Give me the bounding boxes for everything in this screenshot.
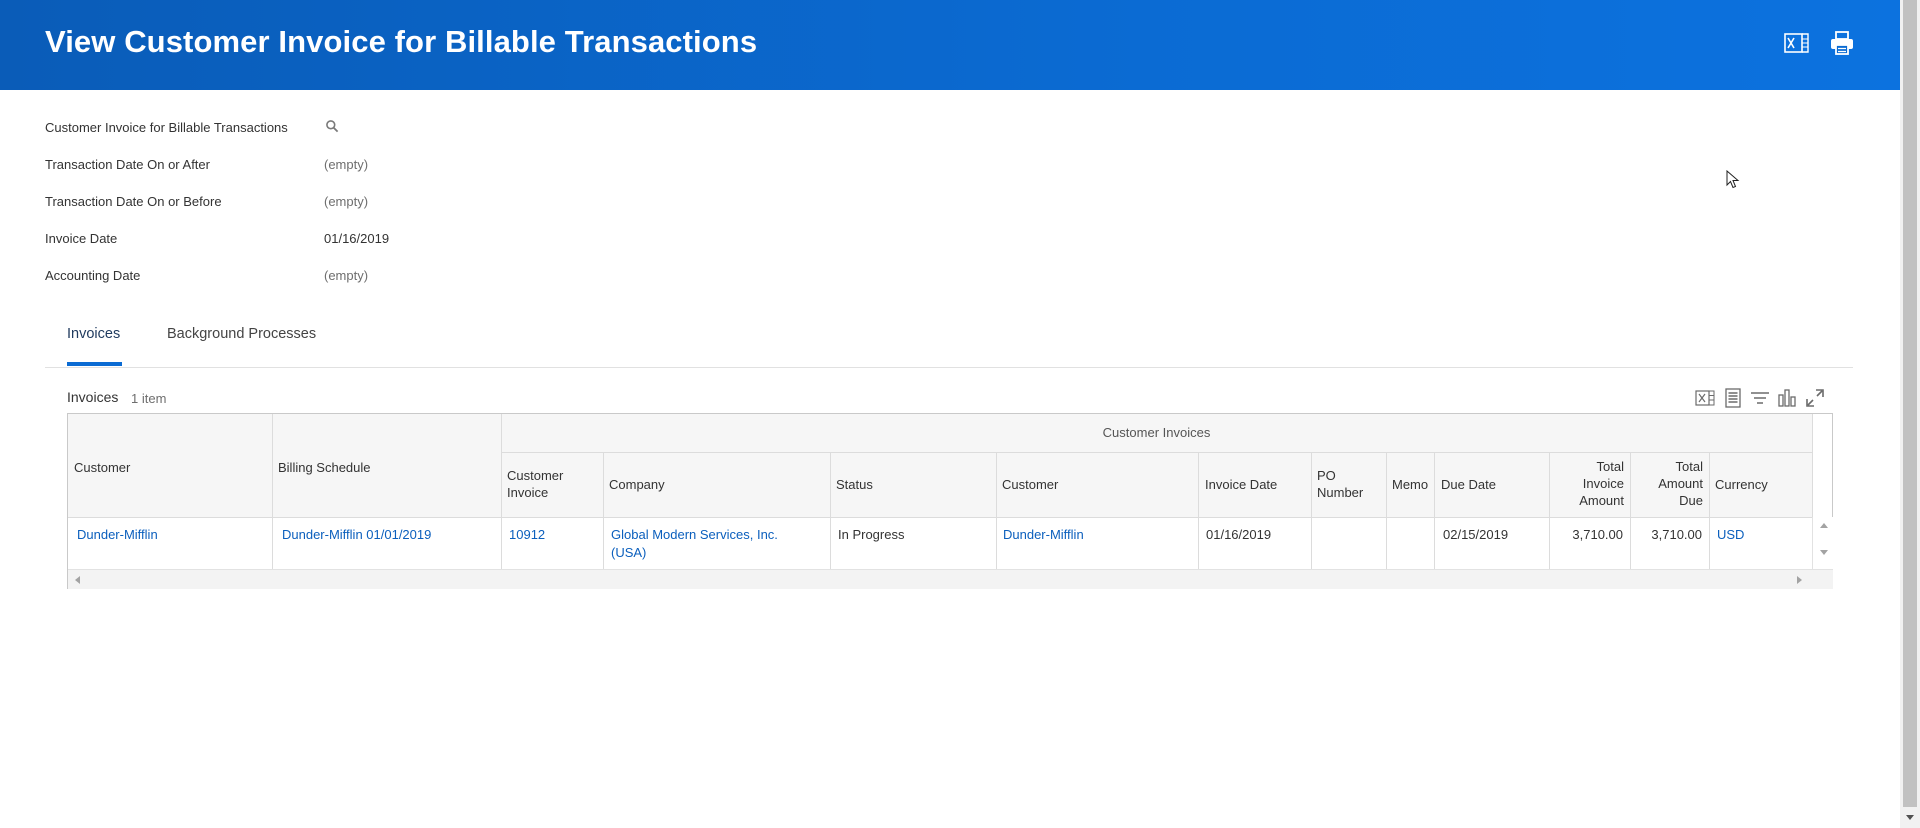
field-value: 01/16/2019 — [324, 231, 390, 246]
tab-invoices[interactable]: Invoices — [67, 326, 120, 342]
cell-status: In Progress — [838, 527, 905, 542]
header-line: Number — [1317, 485, 1364, 500]
field-value: (empty) — [324, 268, 369, 283]
filter-accounting-date: Accounting Date (empty) — [45, 268, 445, 288]
cell-currency[interactable]: USD — [1717, 526, 1744, 544]
filter-transaction-date-before: Transaction Date On or Before (empty) — [45, 194, 445, 214]
col-divider — [501, 414, 502, 569]
scroll-right-arrow-icon[interactable] — [1797, 576, 1802, 584]
col-header-total-invoice-amount[interactable]: Total Invoice Amount — [1549, 458, 1624, 509]
col-divider — [830, 453, 831, 569]
invoices-grid: Customer Invoices Customer Billing Sched… — [67, 413, 1833, 589]
grid-vertical-scrollbar[interactable] — [1812, 517, 1833, 569]
tab-active-indicator — [67, 362, 122, 366]
cell-due-date: 02/15/2019 — [1443, 527, 1509, 542]
search-icon[interactable] — [325, 119, 341, 135]
col-header-customer-2[interactable]: Customer — [1002, 476, 1058, 493]
field-label: Transaction Date On or Before — [45, 194, 222, 209]
col-header-memo[interactable]: Memo — [1392, 476, 1428, 493]
excel-export-icon[interactable] — [1694, 387, 1716, 409]
scroll-left-arrow-icon[interactable] — [75, 576, 80, 584]
col-divider — [1311, 453, 1312, 569]
tab-background-processes[interactable]: Background Processes — [167, 326, 316, 342]
cell-total-amount-due: 3,710.00 — [1651, 527, 1702, 542]
field-label: Accounting Date — [45, 268, 141, 283]
col-header-total-amount-due[interactable]: Total Amount Due — [1630, 458, 1703, 509]
col-header-company[interactable]: Company — [609, 476, 665, 493]
page: View Customer Invoice for Billable Trans… — [0, 0, 1900, 828]
header-line: Total — [1675, 459, 1703, 474]
cell-line: Global Modern Services, Inc. — [611, 527, 778, 542]
col-header-customer[interactable]: Customer — [74, 459, 130, 476]
scroll-down-arrow-icon[interactable] — [1820, 550, 1828, 555]
field-label: Transaction Date On or After — [45, 157, 210, 172]
header-line: Customer — [507, 468, 564, 483]
page-scroll-thumb[interactable] — [1903, 0, 1917, 807]
grid-title: Invoices — [67, 389, 119, 405]
col-divider — [1198, 453, 1199, 569]
cell-company[interactable]: Global Modern Services, Inc. (USA) — [611, 526, 778, 562]
field-label: Invoice Date — [45, 231, 118, 246]
fullscreen-icon[interactable] — [1804, 387, 1826, 409]
cell-billing-schedule[interactable]: Dunder-Mifflin 01/01/2019 — [282, 526, 431, 544]
grid-horizontal-scrollbar[interactable] — [68, 569, 1833, 589]
filter-icon[interactable] — [1749, 387, 1771, 409]
col-header-customer-invoice[interactable]: Customer Invoice — [507, 467, 563, 501]
page-header: View Customer Invoice for Billable Trans… — [0, 0, 1900, 90]
field-value: (empty) — [324, 194, 369, 209]
grid-item-count: 1 item — [131, 391, 167, 406]
col-divider — [1434, 453, 1435, 569]
chart-icon[interactable] — [1776, 387, 1798, 409]
col-header-billing-schedule[interactable]: Billing Schedule — [278, 459, 371, 476]
mouse-cursor-icon — [1726, 170, 1740, 189]
cell-customer-invoice[interactable]: 10912 — [509, 526, 545, 544]
cell-line: (USA) — [611, 545, 647, 560]
header-line: Due — [1679, 493, 1703, 508]
filter-transaction-date-after: Transaction Date On or After (empty) — [45, 157, 445, 177]
filter-invoice-date: Invoice Date 01/16/2019 — [45, 231, 445, 251]
field-label: Customer Invoice for Billable Transactio… — [45, 120, 288, 135]
header-line: Invoice — [507, 485, 549, 500]
col-header-currency[interactable]: Currency — [1715, 476, 1768, 493]
scroll-down-arrow-icon[interactable] — [1906, 815, 1914, 820]
header-line: PO — [1317, 468, 1336, 483]
col-header-po-number[interactable]: PO Number — [1317, 467, 1363, 501]
col-divider — [1709, 453, 1710, 569]
col-divider — [603, 453, 604, 569]
group-header-label: Customer Invoices — [1102, 425, 1211, 440]
group-header-customer-invoices: Customer Invoices — [501, 414, 1812, 453]
page-vertical-scrollbar[interactable] — [1900, 0, 1920, 828]
header-line: Amount — [1658, 476, 1703, 491]
header-line: Invoice — [1582, 476, 1624, 491]
col-header-due-date[interactable]: Due Date — [1441, 476, 1496, 493]
col-divider — [272, 414, 273, 569]
grid-toolbar — [1694, 387, 1834, 409]
header-divider — [68, 517, 1833, 518]
col-header-invoice-date[interactable]: Invoice Date — [1205, 476, 1277, 493]
header-line: Total — [1596, 459, 1624, 474]
filter-customer-invoice: Customer Invoice for Billable Transactio… — [45, 120, 445, 140]
page-title: View Customer Invoice for Billable Trans… — [45, 24, 758, 59]
print-icon[interactable] — [1828, 29, 1856, 57]
table-view-icon[interactable] — [1722, 387, 1744, 409]
cell-customer[interactable]: Dunder-Mifflin — [77, 526, 158, 544]
cell-total-invoice-amount: 3,710.00 — [1572, 527, 1623, 542]
tab-bar: Invoices Background Processes — [45, 322, 1853, 368]
field-value: (empty) — [324, 157, 369, 172]
col-header-status[interactable]: Status — [836, 476, 873, 493]
header-line: Amount — [1579, 493, 1624, 508]
excel-export-icon[interactable] — [1782, 29, 1810, 57]
col-divider — [1386, 453, 1387, 569]
scroll-up-arrow-icon[interactable] — [1820, 523, 1828, 528]
col-divider — [996, 453, 997, 569]
cell-customer-2[interactable]: Dunder-Mifflin — [1003, 526, 1084, 544]
cell-invoice-date: 01/16/2019 — [1206, 527, 1272, 542]
